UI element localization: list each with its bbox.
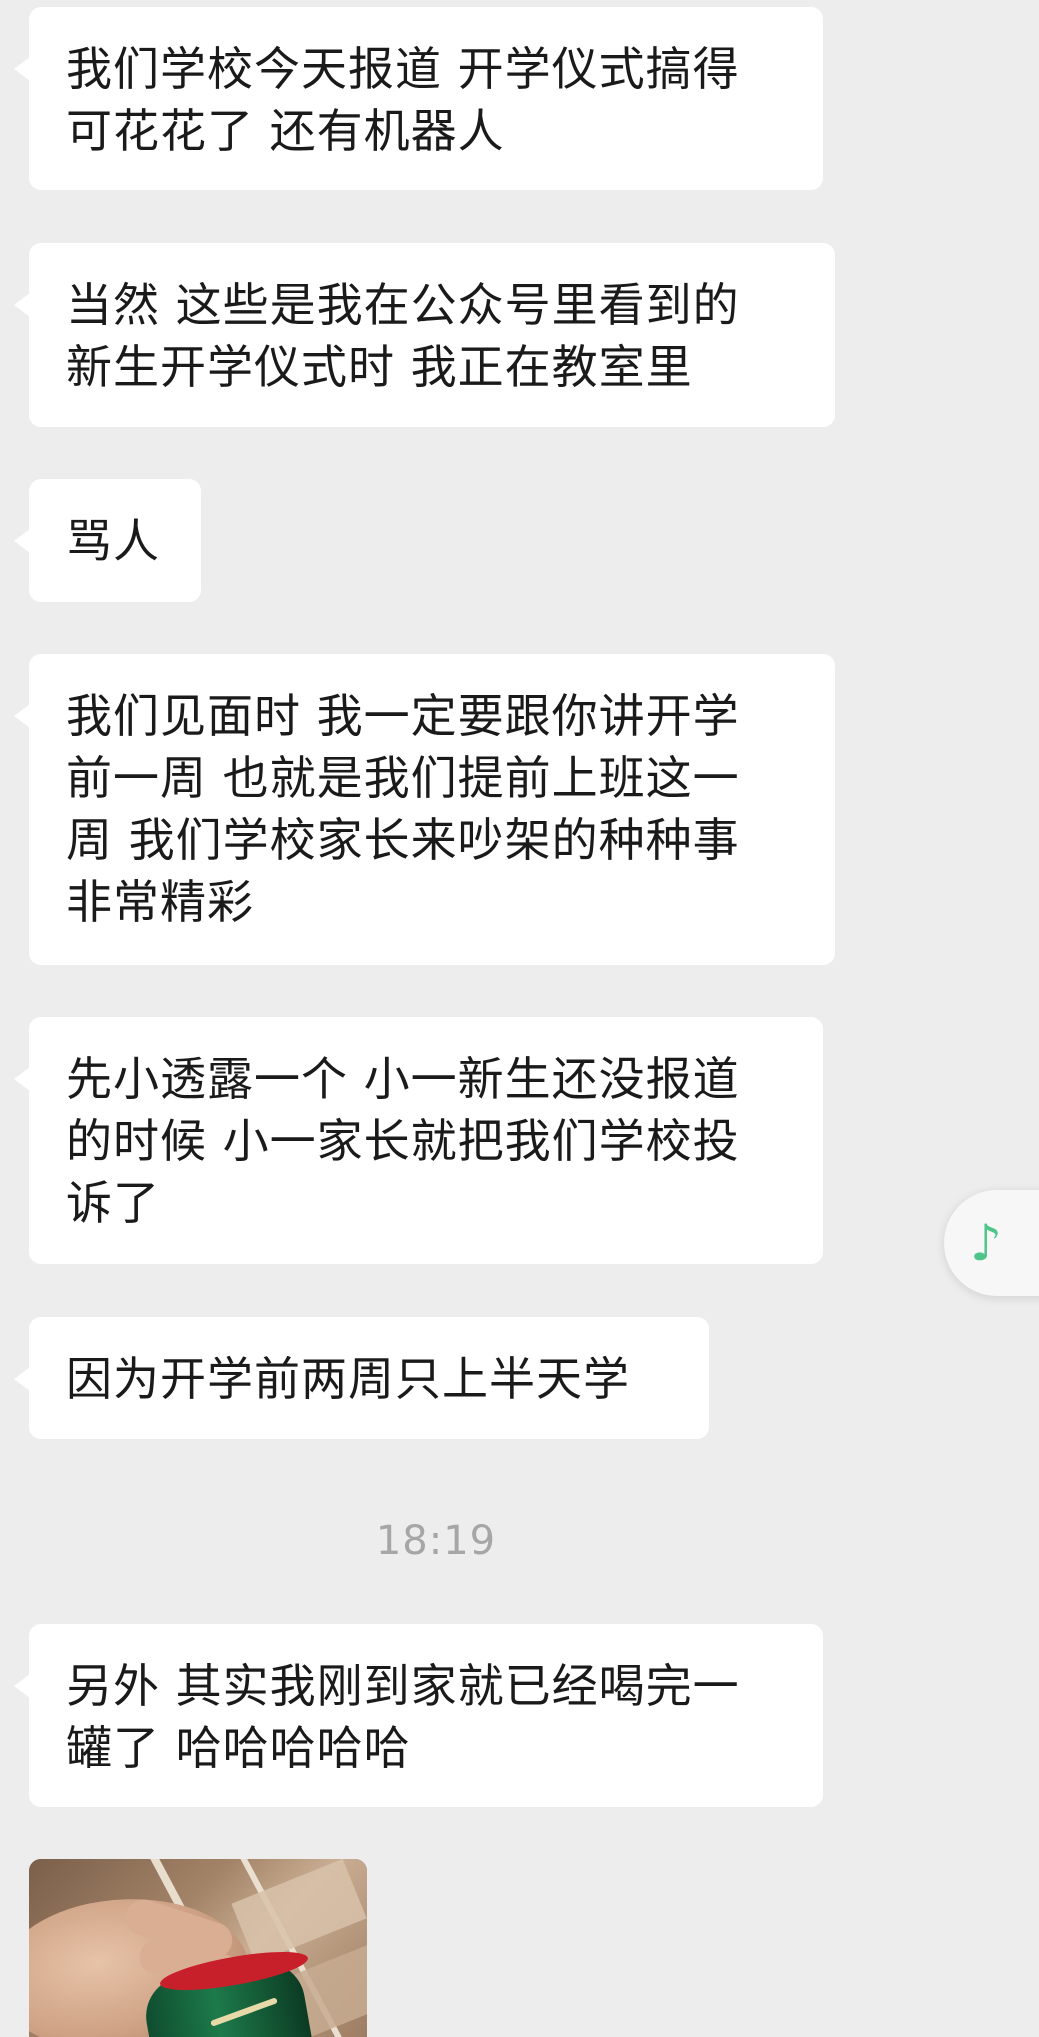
message-bubble[interactable]: 我们见面时 我一定要跟你讲开学 前一周 也就是我们提前上班这一 周 我们学校家长… xyxy=(14,654,835,965)
message-bubble[interactable]: 当然 这些是我在公众号里看到的 新生开学仪式时 我正在教室里 xyxy=(14,243,835,427)
image-message[interactable] xyxy=(29,1859,367,2037)
music-note-icon: ♪ xyxy=(970,1214,1002,1272)
floating-music-button[interactable]: ♪ xyxy=(944,1190,1039,1296)
chat-window: 我们学校今天报道 开学仪式搞得 可花花了 还有机器人 当然 这些是我在公众号里看… xyxy=(0,0,1039,2037)
message-bubble[interactable]: 先小透露一个 小一新生还没报道 的时候 小一家长就把我们学校投 诉了 xyxy=(14,1017,823,1264)
message-bubble[interactable]: 骂人 xyxy=(14,479,201,602)
message-timestamp: 18:19 xyxy=(375,1518,497,1564)
message-bubble[interactable]: 另外 其实我刚到家就已经喝完一 罐了 哈哈哈哈哈 xyxy=(14,1624,823,1807)
message-bubble[interactable]: 我们学校今天报道 开学仪式搞得 可花花了 还有机器人 xyxy=(14,7,823,190)
message-bubble[interactable]: 因为开学前两周只上半天学 xyxy=(14,1317,709,1439)
